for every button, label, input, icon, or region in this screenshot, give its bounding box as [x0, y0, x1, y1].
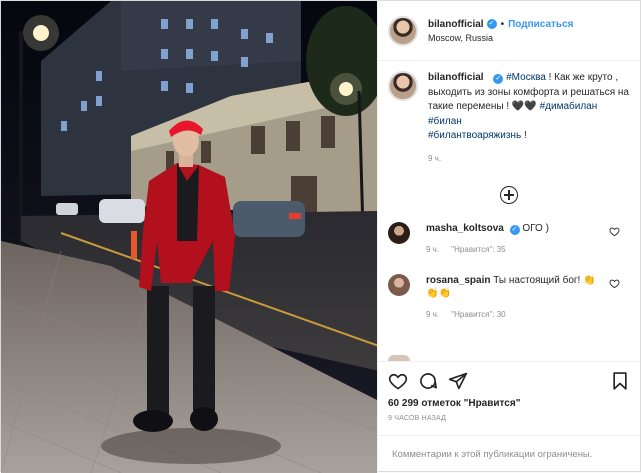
post-caption: bilanofficial ✓ #Москва ! Как же круто ,…	[388, 71, 630, 166]
caption-end: !	[523, 130, 527, 141]
post-location[interactable]: Moscow, Russia	[428, 33, 573, 43]
comment-like-heart-icon[interactable]	[609, 278, 620, 289]
post-time[interactable]: 9 ЧАСОВ НАЗАД	[388, 415, 630, 422]
hashtag-bilan[interactable]: #билан	[428, 116, 462, 127]
header-top-row: bilanofficial ✓ • Подписаться	[428, 19, 573, 30]
comment-item: masha_koltsova ✓ ОГО ) 9 ч. "Нравится": …	[388, 222, 630, 256]
comment-icon[interactable]	[418, 371, 438, 391]
caption-body: bilanofficial ✓ #Москва ! Как же круто ,…	[428, 71, 630, 166]
comment-body: masha_koltsova ✓ ОГО ) 9 ч. "Нравится": …	[426, 222, 596, 256]
hashtag-moscow[interactable]: #Москва	[506, 72, 546, 83]
post-header: bilanofficial ✓ • Подписаться Moscow, Ru…	[378, 1, 640, 61]
action-icons-row	[388, 368, 630, 394]
post-side-panel: bilanofficial ✓ • Подписаться Moscow, Ru…	[377, 1, 640, 473]
comment-username[interactable]: masha_koltsova	[426, 223, 504, 234]
comments-section: bilanofficial ✓ #Москва ! Как же круто ,…	[378, 61, 640, 361]
comment-body: rosana_spain Ты настоящий бог! 👏👏👏 9 ч. …	[426, 274, 596, 321]
verified-badge-icon: ✓	[486, 19, 497, 29]
street-photo-illustration	[1, 1, 377, 473]
like-count[interactable]: 60 299 отметок "Нравится"	[388, 398, 630, 409]
comment-text: ОГО )	[522, 223, 549, 234]
comment-meta: 9 ч. "Нравится": 30	[426, 308, 596, 321]
verified-badge-icon: ✓	[493, 74, 504, 84]
caption-age[interactable]: 9 ч.	[428, 152, 630, 167]
heart-icon[interactable]	[388, 371, 408, 391]
share-icon[interactable]	[448, 371, 468, 391]
hashtag-bilantvoaryazhizn[interactable]: #билантвоаряжизнь	[428, 130, 521, 141]
author-username[interactable]: bilanofficial	[428, 19, 484, 30]
comment-username[interactable]: rosana_spain	[426, 275, 490, 286]
next-commenter-avatar-partial	[388, 355, 410, 361]
commenter-avatar[interactable]	[388, 222, 410, 244]
comment-meta: 9 ч. "Нравится": 35	[426, 243, 596, 256]
separator-dot: •	[500, 18, 505, 30]
caption-author-avatar[interactable]	[388, 71, 418, 101]
comments-disabled-notice: Комментарии к этой публикации ограничены…	[378, 435, 640, 473]
post-photo[interactable]	[1, 1, 377, 473]
author-avatar[interactable]	[388, 15, 418, 46]
verified-badge-icon: ✓	[509, 225, 520, 235]
caption-username[interactable]: bilanofficial	[428, 72, 484, 83]
follow-button[interactable]: Подписаться	[508, 19, 573, 30]
plus-circle-icon[interactable]	[500, 186, 518, 204]
load-more-comments[interactable]	[388, 186, 630, 204]
instagram-post: bilanofficial ✓ • Подписаться Moscow, Ru…	[0, 0, 641, 473]
comment-likes[interactable]: "Нравится": 30	[451, 310, 505, 319]
post-actions: 60 299 отметок "Нравится" 9 ЧАСОВ НАЗАД	[378, 361, 640, 435]
comment-item: rosana_spain Ты настоящий бог! 👏👏👏 9 ч. …	[388, 274, 630, 321]
bookmark-icon[interactable]	[610, 371, 630, 391]
commenter-avatar[interactable]	[388, 274, 410, 296]
comment-likes[interactable]: "Нравится": 35	[451, 245, 505, 254]
comment-like-heart-icon[interactable]	[609, 226, 620, 237]
header-text: bilanofficial ✓ • Подписаться Moscow, Ru…	[428, 19, 573, 43]
comment-age[interactable]: 9 ч.	[426, 310, 439, 319]
hashtag-dimabilan[interactable]: #димабилан	[540, 101, 598, 112]
comment-age[interactable]: 9 ч.	[426, 245, 439, 254]
